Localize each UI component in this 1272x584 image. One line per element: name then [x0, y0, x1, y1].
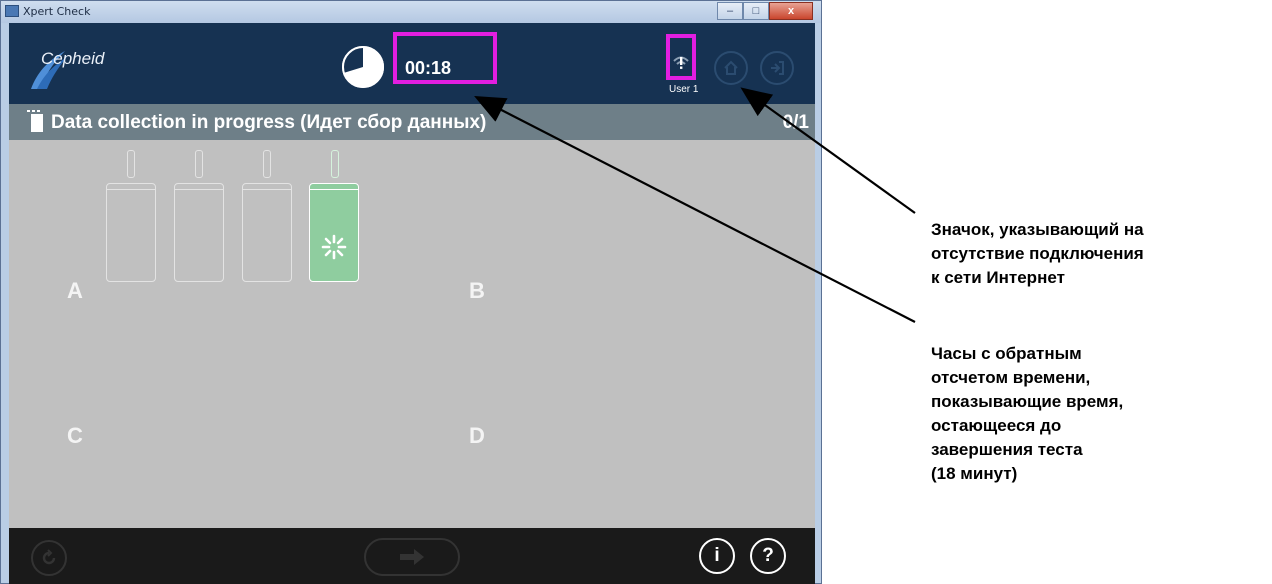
window-titlebar[interactable]: Xpert Check – □ x	[1, 1, 821, 23]
app-content: Cepheid 00:18 User 1 Data collection in …	[9, 23, 815, 584]
page: Xpert Check – □ x Cepheid 00:18 User 1 D…	[0, 0, 1272, 584]
home-button[interactable]	[714, 51, 748, 85]
slot-indicator-active	[331, 150, 339, 178]
next-arrow-icon	[400, 549, 424, 565]
module-area: A B C D	[9, 140, 815, 528]
app-footer: i ?	[9, 528, 815, 584]
refresh-icon	[42, 549, 56, 565]
countdown-timer: 00:18	[405, 58, 452, 78]
user-label: User 1	[669, 84, 699, 95]
help-button[interactable]: ?	[750, 538, 786, 574]
status-message: Data collection in progress (Идет сбор д…	[51, 112, 487, 133]
app-icon	[5, 5, 19, 17]
pie-clock-icon	[342, 46, 384, 88]
annotation-timer: Часы с обратным отсчетом времени, показы…	[931, 344, 1124, 483]
app-window: Xpert Check – □ x Cepheid 00:18 User 1 D…	[0, 0, 822, 584]
window-controls: – □ x	[717, 2, 813, 20]
module-slot[interactable]	[106, 183, 156, 282]
module-label-b: B	[469, 278, 485, 303]
slot-indicator	[127, 150, 135, 178]
module-label-a: A	[67, 278, 83, 303]
next-button[interactable]	[364, 538, 460, 576]
cartridge-icon	[27, 110, 43, 132]
annotation-network: Значок, указывающий на отсутствие подклю…	[931, 220, 1144, 287]
module-label-c: C	[67, 423, 83, 448]
info-button[interactable]: i	[699, 538, 735, 574]
exit-icon	[771, 61, 784, 75]
home-icon	[724, 60, 738, 75]
refresh-button[interactable]	[31, 540, 67, 576]
app-header: Cepheid 00:18 User 1	[9, 23, 815, 104]
module-label-d: D	[469, 423, 485, 448]
module-slot[interactable]	[242, 183, 292, 282]
no-internet-icon	[673, 56, 689, 69]
logo-text: Cepheid	[41, 49, 105, 68]
module-slot-active[interactable]	[309, 183, 359, 282]
close-button[interactable]: x	[769, 2, 813, 20]
loading-spinner-icon	[321, 234, 347, 260]
minimize-button[interactable]: –	[717, 2, 743, 20]
window-title: Xpert Check	[23, 5, 91, 18]
slot-indicator	[195, 150, 203, 178]
status-bar: Data collection in progress (Идет сбор д…	[9, 104, 815, 140]
maximize-button[interactable]: □	[743, 2, 769, 20]
test-count: 0/1	[782, 112, 809, 133]
exit-button[interactable]	[760, 51, 794, 85]
module-slot[interactable]	[174, 183, 224, 282]
slot-indicator	[263, 150, 271, 178]
